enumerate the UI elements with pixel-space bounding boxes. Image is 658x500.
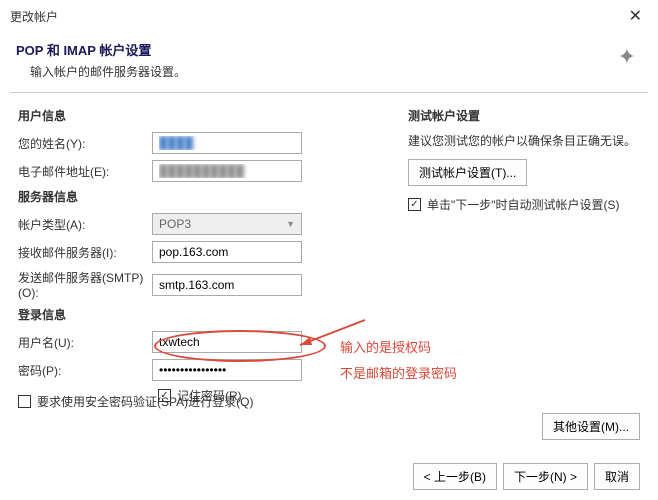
- section-test: 测试帐户设置: [408, 107, 640, 124]
- input-password[interactable]: [152, 359, 302, 381]
- input-username[interactable]: [152, 331, 302, 353]
- page-title: POP 和 IMAP 帐户设置: [16, 40, 642, 59]
- input-email[interactable]: [152, 160, 302, 182]
- section-login-info: 登录信息: [18, 306, 378, 323]
- checkbox-spa[interactable]: [18, 395, 31, 408]
- section-user-info: 用户信息: [18, 107, 378, 124]
- back-button[interactable]: < 上一步(B): [413, 463, 497, 490]
- other-settings-button[interactable]: 其他设置(M)...: [542, 413, 640, 440]
- label-auto-test: 单击"下一步"时自动测试帐户设置(S): [427, 196, 620, 213]
- test-note: 建议您测试您的帐户以确保条目正确无误。: [408, 132, 640, 149]
- input-incoming[interactable]: [152, 241, 302, 263]
- page-subtitle: 输入帐户的邮件服务器设置。: [30, 63, 642, 80]
- label-account-type: 帐户类型(A):: [18, 216, 152, 233]
- label-email: 电子邮件地址(E):: [18, 163, 152, 180]
- select-account-type: POP3 ▼: [152, 213, 302, 235]
- label-username: 用户名(U):: [18, 334, 152, 351]
- chevron-down-icon: ▼: [286, 219, 295, 229]
- label-spa: 要求使用安全密码验证(SPA)进行登录(Q): [37, 393, 253, 410]
- checkbox-auto-test[interactable]: [408, 198, 421, 211]
- input-outgoing[interactable]: [152, 274, 302, 296]
- wizard-icon: ✦: [618, 44, 636, 70]
- label-password: 密码(P):: [18, 362, 152, 379]
- label-name: 您的姓名(Y):: [18, 135, 152, 152]
- label-outgoing: 发送邮件服务器(SMTP)(O):: [18, 269, 152, 300]
- input-name[interactable]: [152, 132, 302, 154]
- section-server-info: 服务器信息: [18, 188, 378, 205]
- window-title: 更改帐户: [10, 8, 58, 25]
- test-settings-button[interactable]: 测试帐户设置(T)...: [408, 159, 527, 186]
- cancel-button[interactable]: 取消: [594, 463, 640, 490]
- annotation-text-2: 不是邮箱的登录密码: [340, 363, 457, 382]
- annotation-text-1: 输入的是授权码: [340, 337, 431, 356]
- label-incoming: 接收邮件服务器(I):: [18, 244, 152, 261]
- close-icon[interactable]: ✕: [623, 6, 648, 26]
- next-button[interactable]: 下一步(N) >: [503, 463, 588, 490]
- select-value: POP3: [159, 217, 191, 231]
